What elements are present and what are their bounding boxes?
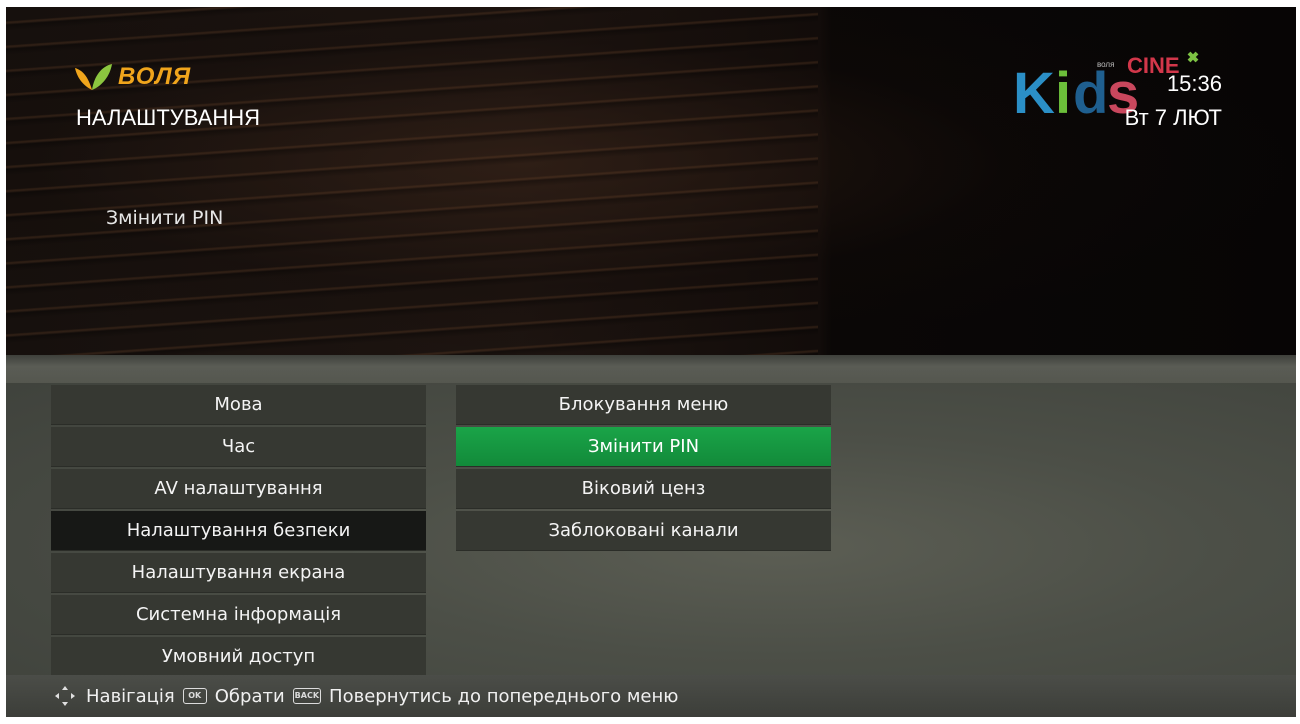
- channel-logo-small-text: воля: [1097, 60, 1114, 69]
- preview-label: Змінити PIN: [106, 207, 224, 229]
- menu-item-age-rating[interactable]: Віковий ценз: [456, 469, 831, 509]
- back-key-icon: BACK: [292, 688, 322, 704]
- menu-item-blocked-channels[interactable]: Заблоковані канали: [456, 511, 831, 551]
- page-title: НАЛАШТУВАННЯ: [76, 105, 261, 130]
- hint-bar: Навігація OK Обрати BACK Повернутись до …: [6, 675, 1296, 717]
- security-options-list: Блокування меню Змінити PIN Віковий ценз…: [456, 385, 831, 553]
- video-preview: ВОЛЯ НАЛАШТУВАННЯ Змінити PIN K i d s во…: [6, 7, 1296, 355]
- brand-logo: ВОЛЯ: [72, 62, 191, 92]
- clock: 15:36: [1166, 71, 1222, 96]
- menu-divider: [6, 355, 1296, 383]
- menu-item-security-settings[interactable]: Налаштування безпеки: [51, 511, 426, 551]
- menu-item-menu-lock[interactable]: Блокування меню: [456, 385, 831, 425]
- navigation-arrows-icon: [55, 686, 75, 706]
- tv-screen: ВОЛЯ НАЛАШТУВАННЯ Змінити PIN K i d s во…: [6, 7, 1296, 717]
- brand-name: ВОЛЯ: [118, 63, 192, 90]
- menu-item-system-info[interactable]: Системна інформація: [51, 595, 426, 635]
- menu-item-language[interactable]: Мова: [51, 385, 426, 425]
- svg-text:K: K: [1013, 61, 1055, 119]
- ok-key-icon: OK: [182, 688, 207, 704]
- menu-item-time[interactable]: Час: [51, 427, 426, 467]
- settings-category-list: Мова Час AV налаштування Налаштування бе…: [51, 385, 426, 679]
- hint-navigation: Навігація: [86, 685, 175, 707]
- menu-item-conditional-access[interactable]: Умовний доступ: [51, 637, 426, 677]
- svg-text:i: i: [1055, 61, 1071, 119]
- date: Вт 7 ЛЮТ: [1124, 105, 1222, 130]
- hint-back: Повернутись до попереднього меню: [329, 685, 679, 707]
- menu-item-change-pin[interactable]: Змінити PIN: [456, 427, 831, 467]
- menu-item-av-settings[interactable]: AV налаштування: [51, 469, 426, 509]
- leaf-icon: [75, 64, 112, 90]
- svg-text:d: d: [1073, 61, 1108, 119]
- menu-item-screen-settings[interactable]: Налаштування екрана: [51, 553, 426, 593]
- video-background: [6, 7, 818, 355]
- settings-menu-area: Мова Час AV налаштування Налаштування бе…: [6, 355, 1296, 677]
- hint-select: Обрати: [214, 685, 285, 707]
